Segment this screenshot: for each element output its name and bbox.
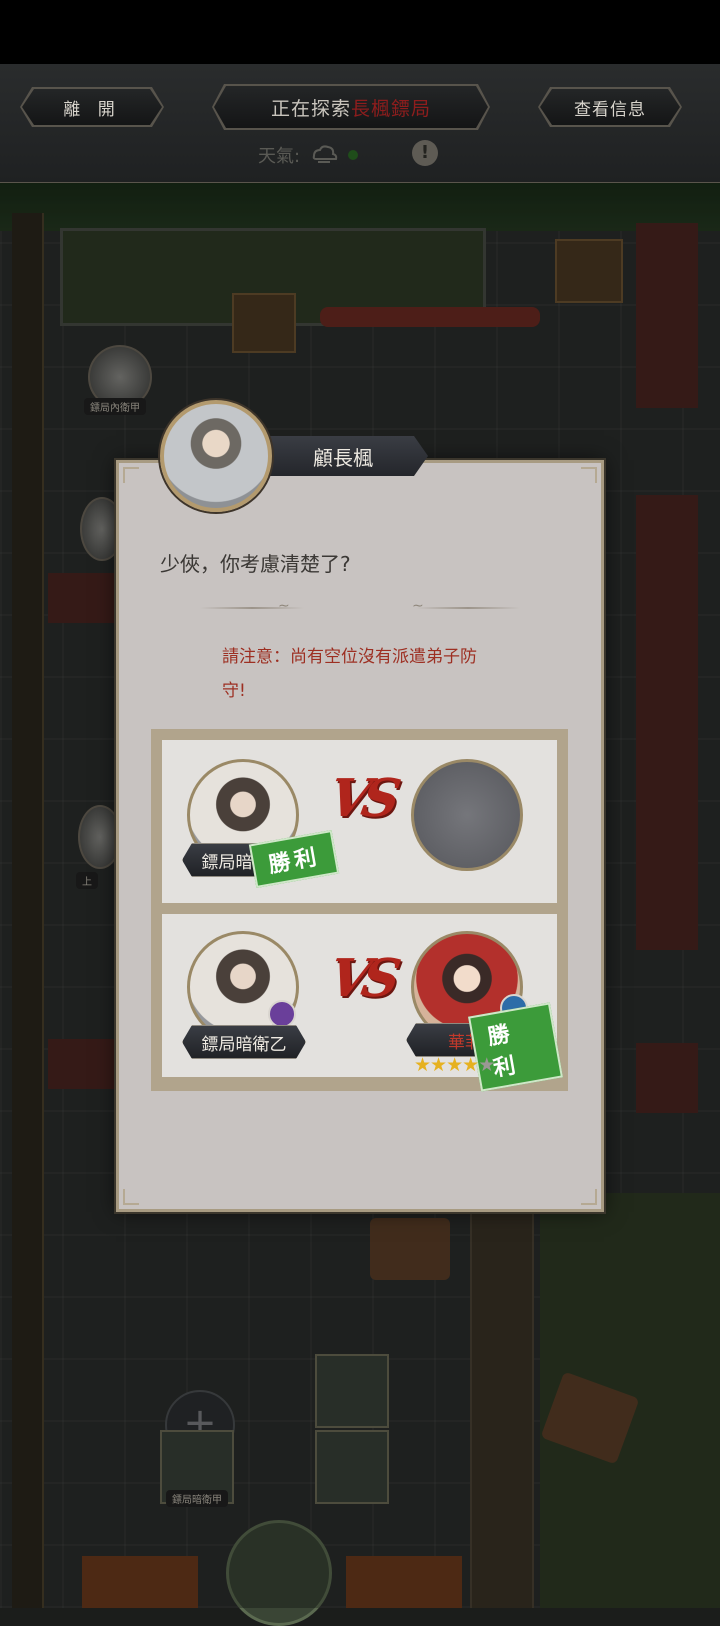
corner-ornament — [581, 467, 597, 483]
corner-ornament — [123, 1189, 139, 1205]
battle-list: 鏢局暗衛甲 勝利 VS 鏢局暗衛乙 VS 華菲 勝利 ★★★★★ — [151, 729, 568, 1092]
explore-place: 長楓鏢局 — [351, 97, 432, 120]
dialog-warning: 請注意：尚有空位沒有派遣弟子防守! — [222, 647, 477, 701]
vs-label: VS — [324, 948, 398, 1009]
star-rating: ★★★★★ — [414, 1054, 495, 1076]
status-bar — [0, 0, 720, 64]
speaker-name-plate: 顧長楓 — [258, 436, 428, 476]
win-stamp: 勝利 — [468, 1002, 563, 1092]
corner-ornament — [123, 467, 139, 483]
explore-prefix: 正在探索 — [270, 97, 351, 120]
ally-name: 鏢局暗衛乙 — [182, 1025, 306, 1059]
dialog-question: 少俠，你考慮清楚了? — [160, 552, 351, 576]
cloud-icon — [312, 145, 338, 163]
exclamation-icon[interactable]: ! — [412, 140, 438, 166]
corner-ornament — [581, 1189, 597, 1205]
speaker-portrait — [160, 400, 272, 512]
star-filled-icon: ★ — [446, 1054, 463, 1076]
star-filled-icon: ★ — [414, 1054, 431, 1076]
star-filled-icon: ★ — [430, 1054, 447, 1076]
battle-row: 鏢局暗衛乙 VS 華菲 勝利 ★★★★★ — [162, 914, 563, 1092]
explore-title: 正在探索 長楓鏢局 — [214, 86, 488, 128]
divider-ornament-left: ∼ — [278, 598, 290, 614]
battle-row: 鏢局暗衛甲 勝利 VS — [162, 740, 557, 903]
info-button[interactable]: 查看信息 — [540, 89, 680, 125]
purple-rank-badge — [268, 1000, 296, 1028]
vs-label: VS — [324, 768, 398, 829]
star-empty-icon: ★ — [478, 1054, 495, 1076]
weather-dot — [348, 150, 359, 160]
star-filled-icon: ★ — [462, 1054, 479, 1076]
weather-indicator: 天氣: — [258, 142, 359, 168]
weather-label: 天氣: — [258, 146, 301, 167]
leave-button[interactable]: 離 開 — [22, 89, 162, 125]
empty-enemy-silhouette[interactable] — [411, 759, 523, 871]
divider-right — [416, 607, 520, 609]
divider-ornament-right: ∼ — [412, 598, 424, 614]
